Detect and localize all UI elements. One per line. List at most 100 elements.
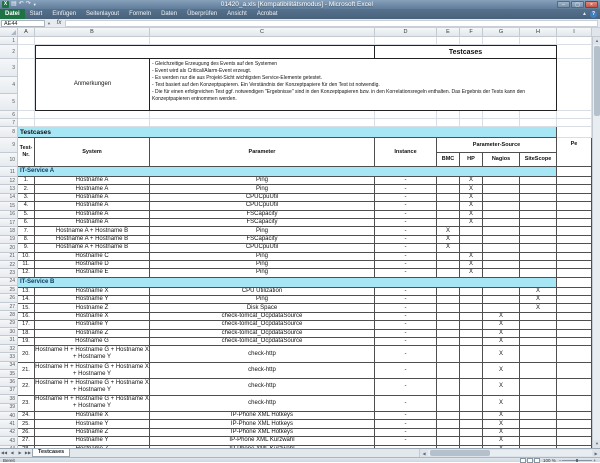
cell[interactable] bbox=[557, 185, 592, 193]
cell-source-sitescope[interactable] bbox=[520, 236, 557, 244]
cell-source-sitescope[interactable]: X bbox=[520, 296, 557, 304]
cell-source-sitescope[interactable] bbox=[520, 244, 557, 252]
cell-source-sitescope[interactable] bbox=[520, 227, 557, 235]
cell[interactable] bbox=[557, 321, 592, 329]
cell[interactable] bbox=[483, 37, 520, 45]
cell-parameter[interactable]: FSCapacity bbox=[150, 211, 375, 219]
cell-source-bmc[interactable] bbox=[437, 429, 460, 437]
cell-system[interactable]: Hostname H + Hostname G + Hostname X + H… bbox=[35, 379, 150, 395]
cell[interactable] bbox=[483, 111, 520, 119]
row-header[interactable]: 32 bbox=[0, 345, 18, 353]
cell-source-sitescope[interactable] bbox=[520, 177, 557, 185]
cell-source-nagios[interactable]: X bbox=[483, 412, 520, 420]
cell-source-nagios[interactable] bbox=[483, 236, 520, 244]
ribbon-tab-ansicht[interactable]: Ansicht bbox=[222, 9, 252, 19]
cell-source-bmc[interactable] bbox=[437, 379, 460, 395]
cell-source-bmc[interactable] bbox=[437, 261, 460, 269]
cell-parameter[interactable]: Ping bbox=[150, 269, 375, 277]
name-box[interactable]: AE44 bbox=[1, 20, 45, 27]
cell-source-bmc[interactable] bbox=[437, 177, 460, 185]
cell[interactable] bbox=[460, 37, 483, 45]
cell-system[interactable]: Hostname A bbox=[35, 219, 150, 227]
cell-source-nagios[interactable] bbox=[483, 202, 520, 210]
row-header[interactable]: 4 bbox=[0, 77, 18, 94]
cell-testnr[interactable]: 8. bbox=[18, 236, 35, 244]
cell[interactable] bbox=[557, 45, 592, 59]
cell-source-bmc[interactable]: X bbox=[437, 227, 460, 235]
row-header[interactable]: 8 bbox=[0, 127, 18, 138]
header-source-hp[interactable]: HP bbox=[460, 153, 483, 167]
row-header[interactable]: 22 bbox=[0, 261, 18, 269]
zoom-slider-knob[interactable] bbox=[576, 459, 578, 462]
row-header[interactable]: 43 bbox=[0, 437, 18, 445]
cell[interactable] bbox=[520, 111, 557, 119]
header-system[interactable]: System bbox=[35, 138, 150, 167]
cell[interactable] bbox=[557, 202, 592, 210]
ribbon-collapse-icon[interactable]: ▲ bbox=[582, 11, 587, 17]
cell-parameter[interactable]: CPUCpuUtil bbox=[150, 202, 375, 210]
cell[interactable] bbox=[437, 119, 460, 127]
row-header[interactable]: 28 bbox=[0, 311, 18, 319]
cell-source-nagios[interactable] bbox=[483, 227, 520, 235]
cell-source-bmc[interactable] bbox=[437, 185, 460, 193]
cell[interactable] bbox=[557, 296, 592, 304]
cell-source-hp[interactable] bbox=[460, 330, 483, 338]
cell-testnr[interactable]: 20. bbox=[18, 346, 35, 362]
row-header[interactable]: 41 bbox=[0, 420, 18, 428]
cell-parameter[interactable]: Ping bbox=[150, 177, 375, 185]
cell[interactable] bbox=[557, 412, 592, 420]
cell-source-hp[interactable]: X bbox=[460, 177, 483, 185]
cell[interactable] bbox=[520, 119, 557, 127]
cell-testnr[interactable]: 24. bbox=[18, 412, 35, 420]
cell-testnr[interactable]: 13. bbox=[18, 288, 35, 296]
cell-source-nagios[interactable]: X bbox=[483, 429, 520, 437]
cell[interactable] bbox=[437, 111, 460, 119]
cell-system[interactable]: Hostname A bbox=[35, 211, 150, 219]
scroll-left-icon[interactable]: ◀ bbox=[420, 451, 428, 456]
cell-instance[interactable]: - bbox=[375, 202, 437, 210]
cell-source-nagios[interactable] bbox=[483, 177, 520, 185]
cell[interactable] bbox=[557, 261, 592, 269]
cell-instance[interactable]: - bbox=[375, 227, 437, 235]
cell-source-nagios[interactable] bbox=[483, 296, 520, 304]
cell-testnr[interactable]: 5. bbox=[18, 211, 35, 219]
cell-system[interactable]: Hostname Z bbox=[35, 304, 150, 312]
cell-source-hp[interactable]: X bbox=[460, 194, 483, 202]
cell-parameter[interactable]: Ping bbox=[150, 261, 375, 269]
cell-source-hp[interactable] bbox=[460, 296, 483, 304]
scroll-up-icon[interactable]: ▲ bbox=[593, 37, 600, 45]
cell-testnr[interactable]: 2. bbox=[18, 185, 35, 193]
cell[interactable] bbox=[150, 111, 375, 119]
cell-parameter[interactable]: IP-Phone XML Hotkeys bbox=[150, 420, 375, 428]
cell-source-hp[interactable] bbox=[460, 363, 483, 379]
cell-parameter[interactable]: Disk Space bbox=[150, 304, 375, 312]
cell-source-sitescope[interactable] bbox=[520, 202, 557, 210]
vertical-scroll-thumb[interactable] bbox=[594, 46, 600, 116]
cell-source-nagios[interactable] bbox=[483, 269, 520, 277]
cell[interactable] bbox=[557, 304, 592, 312]
cell[interactable] bbox=[18, 59, 35, 111]
cell-source-sitescope[interactable] bbox=[520, 253, 557, 261]
cell-source-sitescope[interactable] bbox=[520, 338, 557, 346]
cell-system[interactable]: Hostname A bbox=[35, 202, 150, 210]
cell-instance[interactable]: - bbox=[375, 296, 437, 304]
horizontal-scrollbar[interactable]: ◀ ▶ bbox=[419, 449, 600, 457]
cell-source-sitescope[interactable] bbox=[520, 219, 557, 227]
cell-source-hp[interactable] bbox=[460, 437, 483, 445]
cell-parameter[interactable]: check-tomcat_OcpdataSource bbox=[150, 321, 375, 329]
row-header[interactable]: 11 bbox=[0, 167, 18, 177]
cell[interactable] bbox=[35, 119, 150, 127]
cell-instance[interactable]: - bbox=[375, 321, 437, 329]
row-header[interactable]: 13 bbox=[0, 185, 18, 193]
cell-source-nagios[interactable]: X bbox=[483, 420, 520, 428]
cell[interactable] bbox=[460, 119, 483, 127]
cell-source-sitescope[interactable] bbox=[520, 396, 557, 412]
tab-nav-last-icon[interactable]: ▶▶ bbox=[24, 449, 32, 457]
cell-instance[interactable]: - bbox=[375, 429, 437, 437]
row-header[interactable]: 26 bbox=[0, 294, 18, 302]
ribbon-tab-einfügen[interactable]: Einfügen bbox=[47, 9, 81, 19]
cell-source-nagios[interactable] bbox=[483, 211, 520, 219]
cell-source-bmc[interactable] bbox=[437, 269, 460, 277]
cell-source-sitescope[interactable]: X bbox=[520, 304, 557, 312]
cell-system[interactable]: Hostname A bbox=[35, 185, 150, 193]
